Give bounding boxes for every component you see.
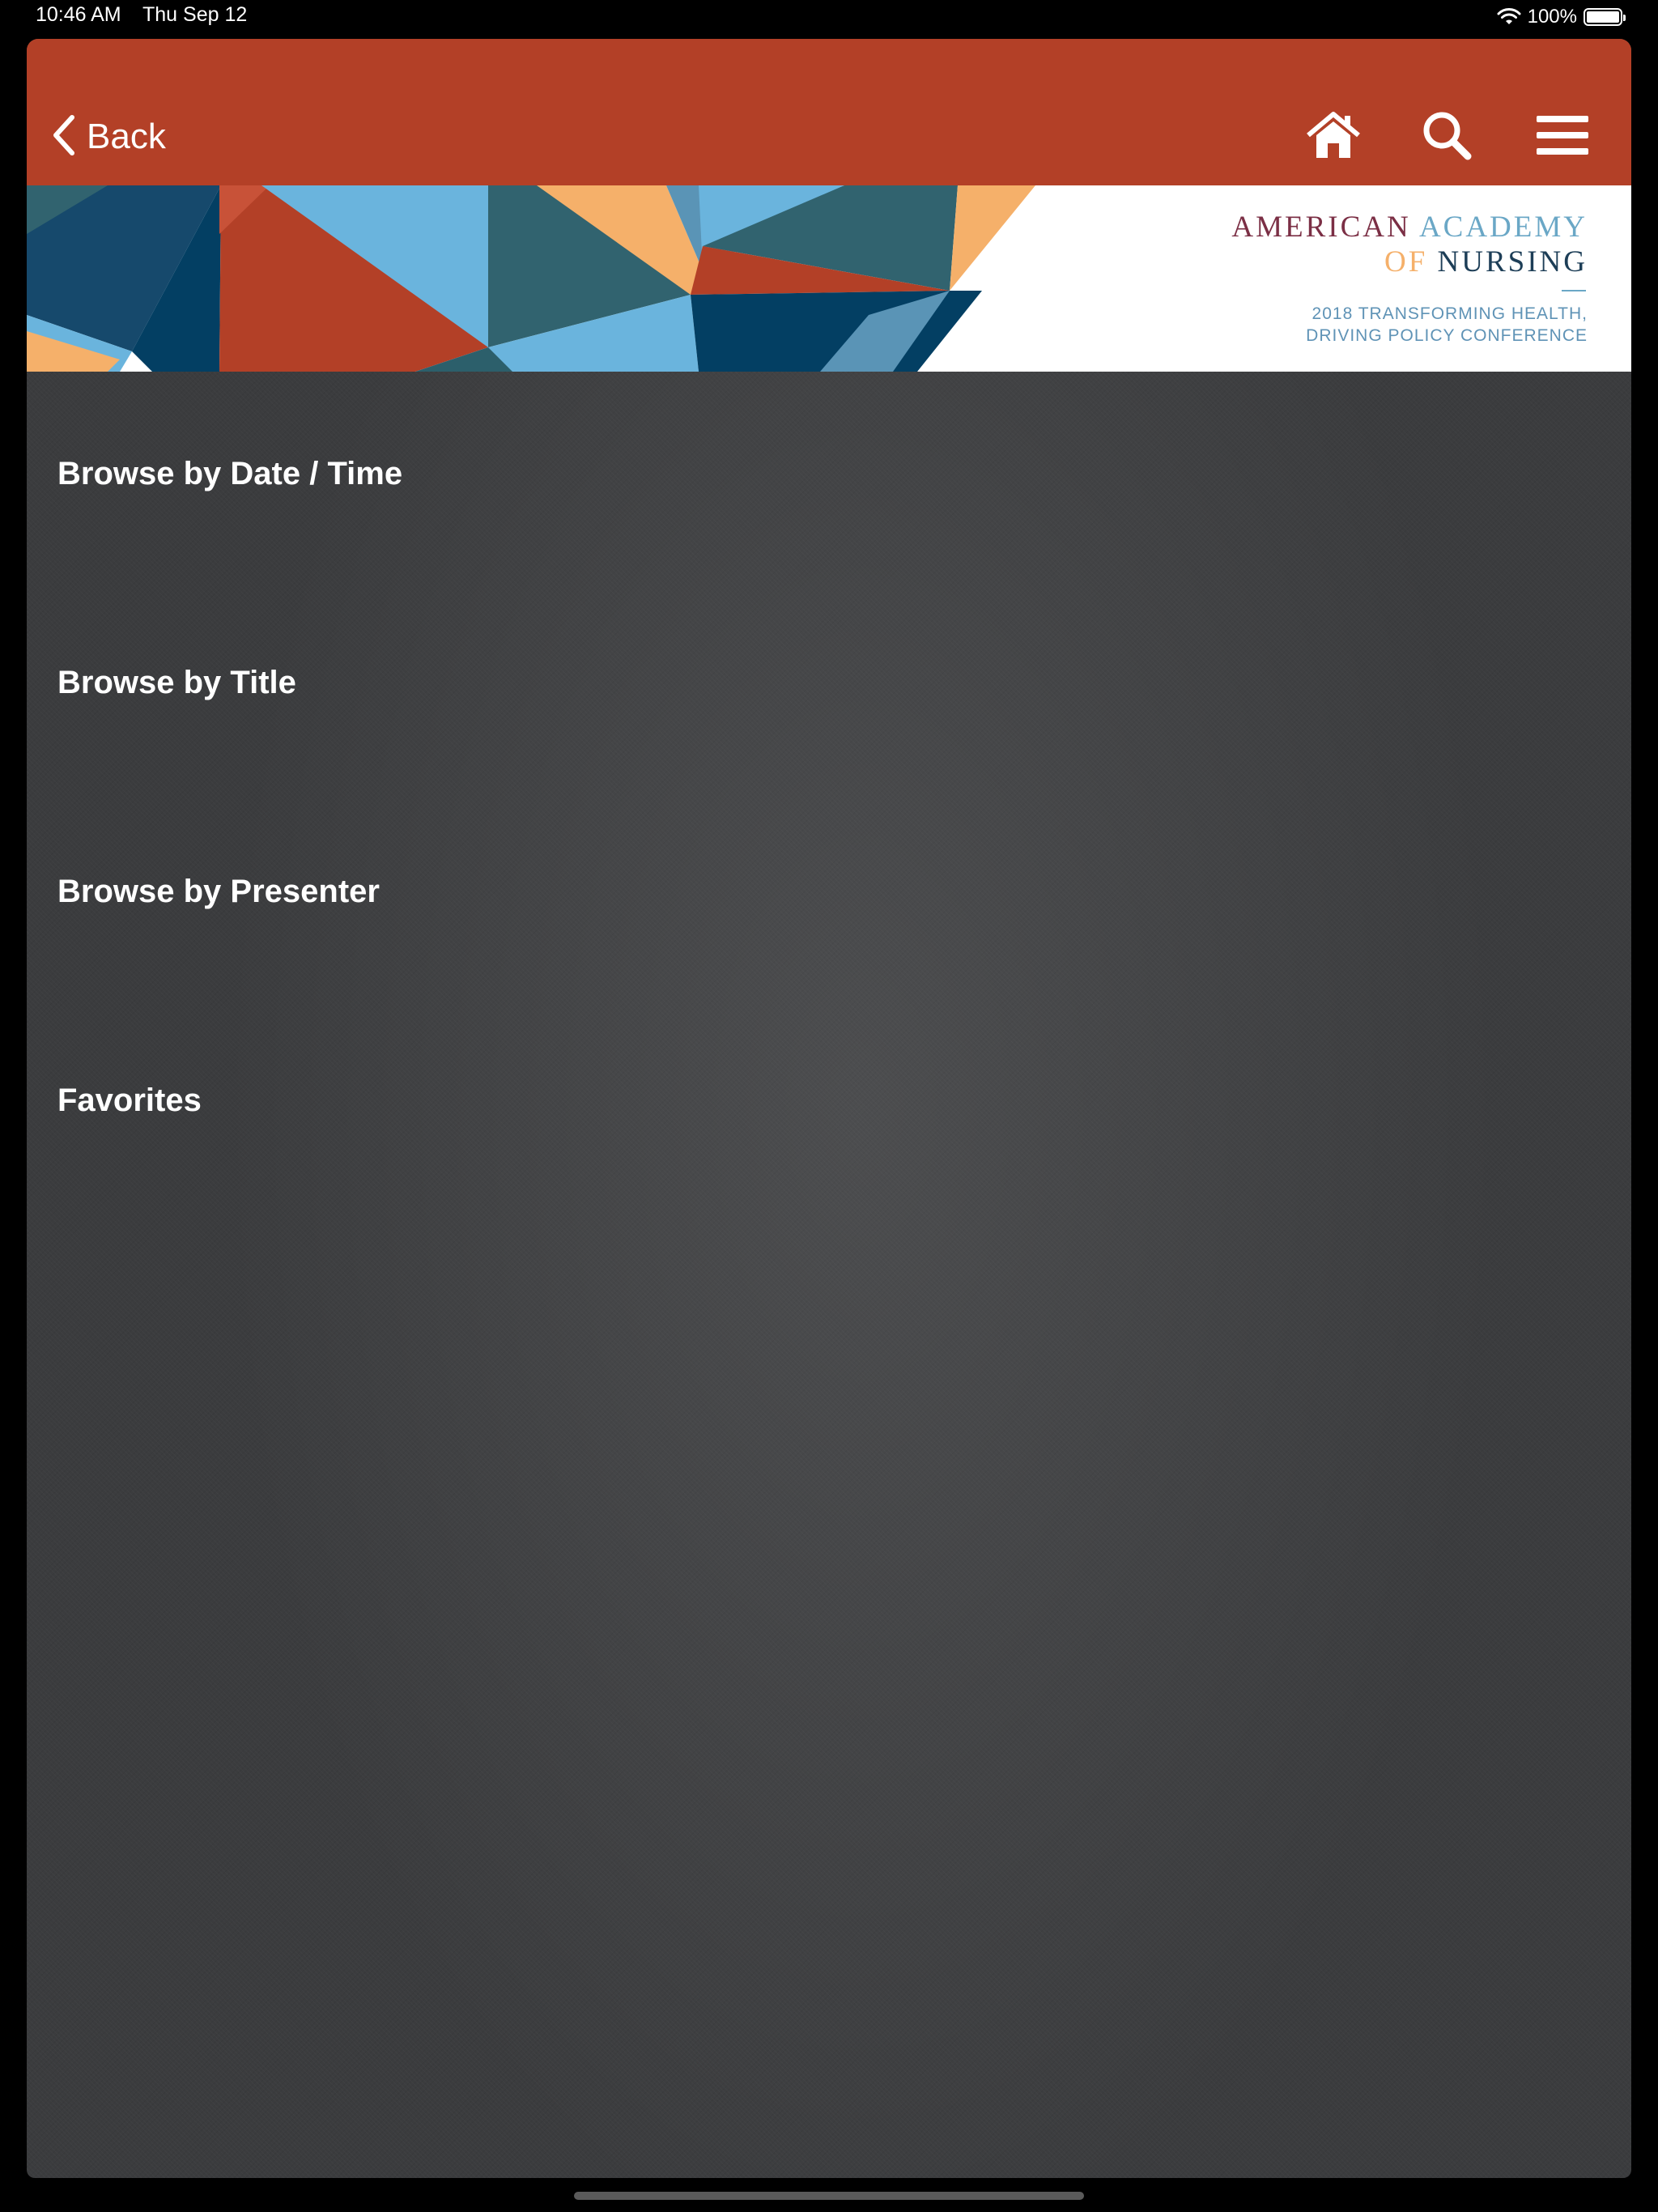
chevron-left-icon <box>51 114 77 160</box>
back-label: Back <box>87 117 166 156</box>
status-indicators: 100% <box>1497 3 1626 31</box>
browse-by-date-time-item[interactable]: Browse by Date / Time <box>27 372 1631 581</box>
org-name-word: AMERICAN <box>1231 211 1411 244</box>
search-icon[interactable] <box>1417 105 1477 165</box>
battery-percent: 100% <box>1527 6 1577 28</box>
status-time: 10:46 AM <box>36 3 121 26</box>
org-name-word: NURSING <box>1437 245 1588 279</box>
menu-item-label: Browse by Presenter <box>57 874 380 909</box>
nav-bar: Back <box>27 39 1631 185</box>
menu-item-label: Browse by Date / Time <box>57 456 403 491</box>
org-name-line1: AMERICAN ACADEMY <box>1231 210 1588 245</box>
conference-tagline: 2018 TRANSFORMING HEALTH, DRIVING POLICY… <box>1306 303 1588 347</box>
status-bar: 10:46 AM Thu Sep 12 100% <box>0 0 1658 39</box>
home-indicator[interactable] <box>574 2192 1084 2200</box>
tagline-line: 2018 TRANSFORMING HEALTH, <box>1312 304 1588 323</box>
home-icon[interactable] <box>1303 105 1363 165</box>
favorites-item[interactable]: Favorites <box>27 998 1631 1207</box>
menu-item-label: Favorites <box>57 1083 202 1118</box>
hamburger-menu-icon[interactable] <box>1533 105 1592 165</box>
back-button[interactable]: Back <box>51 108 166 165</box>
org-name-word: ACADEMY <box>1418 211 1588 244</box>
wifi-icon <box>1497 7 1521 27</box>
conference-banner: AMERICAN ACADEMY OF NURSING 2018 TRANSFO… <box>27 185 1631 372</box>
battery-icon <box>1584 8 1626 26</box>
org-name-word: OF <box>1384 245 1428 279</box>
browse-by-title-item[interactable]: Browse by Title <box>27 581 1631 789</box>
browse-by-presenter-item[interactable]: Browse by Presenter <box>27 789 1631 998</box>
status-date: Thu Sep 12 <box>142 3 248 26</box>
app-window: Back AMERICAN ACADEMY OF NURSING 2018 TR… <box>27 39 1631 2178</box>
tagline-line: DRIVING POLICY CONFERENCE <box>1306 326 1588 345</box>
browse-menu: Browse by Date / Time Browse by Title Br… <box>27 372 1631 1207</box>
org-name-line2: OF NURSING <box>1384 245 1588 279</box>
menu-item-label: Browse by Title <box>57 665 296 700</box>
logo-divider <box>1562 290 1586 291</box>
